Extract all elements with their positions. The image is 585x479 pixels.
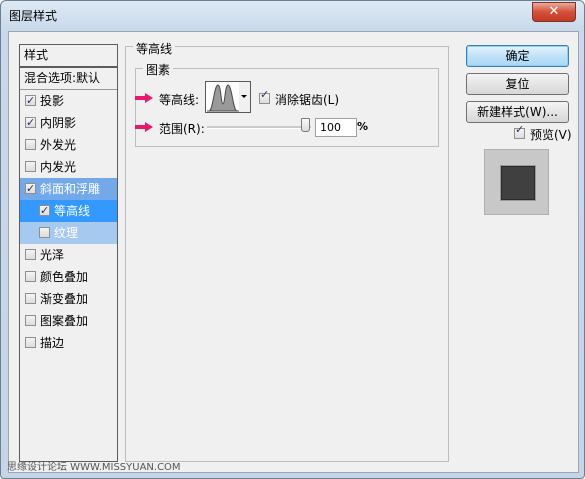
style-item-label: 颜色叠加 <box>40 270 89 284</box>
style-item-label: 等高线 <box>54 204 91 218</box>
preview-checkbox[interactable] <box>514 123 525 139</box>
style-preview <box>484 149 549 215</box>
outer-glow-checkbox[interactable] <box>25 139 36 150</box>
style-item-color-overlay[interactable]: 颜色叠加 <box>20 266 117 288</box>
style-item-stroke[interactable]: 描边 <box>20 332 117 354</box>
gradient-overlay-checkbox[interactable] <box>25 293 36 304</box>
layer-style-dialog: 图层样式 ✕ 样式 混合选项:默认 投影 内阴影 外发光 内发光 <box>0 0 585 479</box>
watermark: 思缘设计论坛 WWW.MISSYUAN.COM <box>7 462 181 473</box>
texture-checkbox[interactable] <box>39 227 50 238</box>
antialias-checkbox[interactable] <box>259 88 270 104</box>
pointer-arrow-icon <box>135 122 153 132</box>
style-item-satin[interactable]: 光泽 <box>20 244 117 266</box>
style-item-contour[interactable]: 等高线 <box>20 200 117 222</box>
style-item-inner-glow[interactable]: 内发光 <box>20 156 117 178</box>
ok-button[interactable]: 确定 <box>466 45 569 67</box>
preview-label: 预览(V) <box>530 128 572 142</box>
contour-preview[interactable] <box>205 81 241 113</box>
new-style-button[interactable]: 新建样式(W)... <box>466 101 569 123</box>
style-item-inner-shadow[interactable]: 内阴影 <box>20 112 117 134</box>
style-item-label: 外发光 <box>40 138 77 152</box>
style-item-gradient-overlay[interactable]: 渐变叠加 <box>20 288 117 310</box>
style-item-label: 内发光 <box>40 160 77 174</box>
color-overlay-checkbox[interactable] <box>25 271 36 282</box>
range-label: 范围(R): <box>159 122 205 136</box>
inner-shadow-checkbox[interactable] <box>25 112 36 134</box>
title-bar[interactable]: 图层样式 ✕ <box>1 1 584 29</box>
contour-curve-icon <box>207 84 239 112</box>
contour-checkbox[interactable] <box>39 200 50 222</box>
range-slider-handle[interactable] <box>301 118 310 132</box>
pattern-overlay-checkbox[interactable] <box>25 315 36 326</box>
style-item-texture[interactable]: 纹理 <box>20 222 117 244</box>
satin-checkbox[interactable] <box>25 249 36 260</box>
style-item-label: 投影 <box>40 94 65 108</box>
preview-swatch <box>501 166 535 200</box>
styles-header[interactable]: 样式 <box>20 45 117 68</box>
antialias-label: 消除锯齿(L) <box>275 93 340 107</box>
dialog-body: 样式 混合选项:默认 投影 内阴影 外发光 内发光 斜面和浮雕 <box>8 31 579 473</box>
pointer-arrow-icon <box>135 93 153 103</box>
range-input[interactable]: 100 <box>315 118 357 137</box>
style-item-label: 内阴影 <box>40 116 77 130</box>
style-item-label: 纹理 <box>54 226 79 240</box>
chevron-down-icon <box>241 95 247 98</box>
elements-group-title: 图素 <box>143 61 174 78</box>
style-item-bevel-emboss[interactable]: 斜面和浮雕 <box>20 178 117 200</box>
dialog-title: 图层样式 <box>9 9 58 23</box>
style-item-label: 描边 <box>40 336 65 350</box>
style-item-label: 图案叠加 <box>40 314 89 328</box>
bevel-emboss-checkbox[interactable] <box>25 178 36 200</box>
contour-group-title: 等高线 <box>133 40 176 57</box>
style-list: 样式 混合选项:默认 投影 内阴影 外发光 内发光 斜面和浮雕 <box>19 44 118 462</box>
range-slider-track[interactable] <box>207 126 311 129</box>
style-item-drop-shadow[interactable]: 投影 <box>20 90 117 112</box>
range-unit: % <box>357 120 369 133</box>
stroke-checkbox[interactable] <box>25 337 36 348</box>
inner-glow-checkbox[interactable] <box>25 161 36 172</box>
style-item-label: 渐变叠加 <box>40 292 89 306</box>
drop-shadow-checkbox[interactable] <box>25 90 36 112</box>
contour-dropdown-button[interactable] <box>239 81 251 113</box>
reset-button[interactable]: 复位 <box>466 73 569 95</box>
close-button[interactable]: ✕ <box>532 2 576 22</box>
style-item-outer-glow[interactable]: 外发光 <box>20 134 117 156</box>
blend-options-item[interactable]: 混合选项:默认 <box>20 68 117 90</box>
contour-label: 等高线: <box>159 93 200 107</box>
style-item-pattern-overlay[interactable]: 图案叠加 <box>20 310 117 332</box>
style-item-label: 光泽 <box>40 248 65 262</box>
style-item-label: 斜面和浮雕 <box>40 182 101 196</box>
